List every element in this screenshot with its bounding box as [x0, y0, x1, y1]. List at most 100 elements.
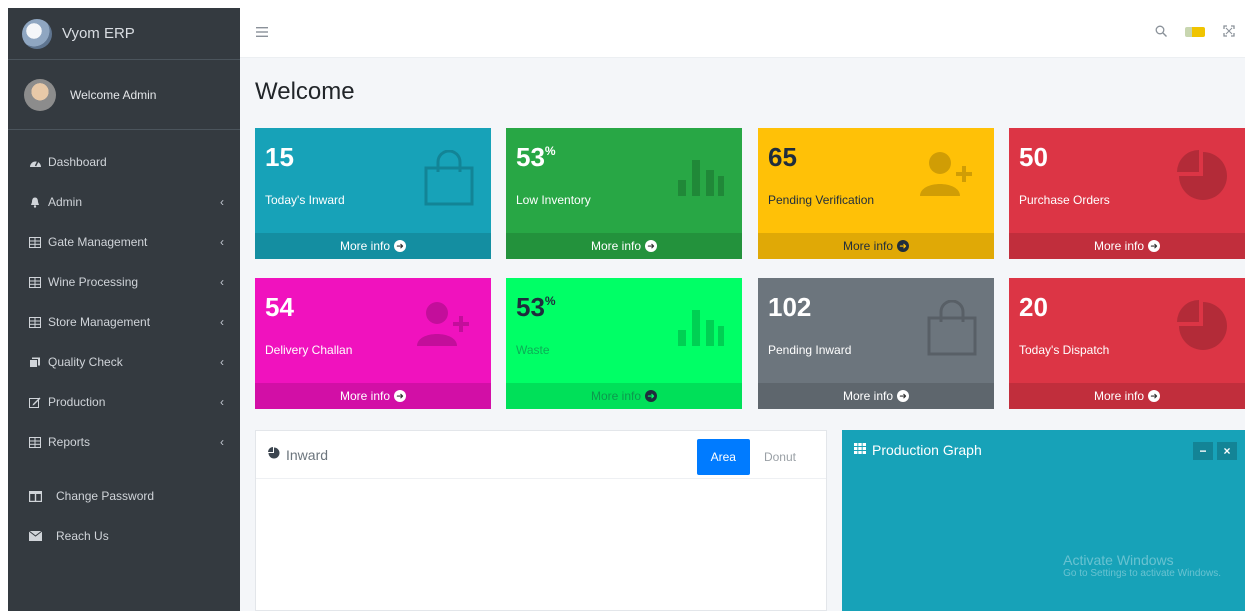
more-info-link[interactable]: More info ➜: [758, 383, 994, 409]
inward-card: Inward Area Donut: [255, 430, 827, 611]
nav-divider: [8, 462, 240, 476]
chevron-left-icon: ‹: [220, 195, 224, 209]
small-box-delivery-challan: 54 Delivery Challan More info ➜: [255, 278, 491, 409]
content-wrapper: Welcome 15 Today's Inward More info ➜ 53%…: [240, 58, 1245, 611]
production-graph-card: Production Graph − × Activate Windows Go…: [842, 430, 1245, 611]
box-value: 53%: [516, 292, 556, 322]
sidebar-item-change-password[interactable]: Change Password: [8, 476, 240, 516]
sidebar-item-gate-management[interactable]: Gate Management ‹: [8, 222, 240, 262]
sidebar-item-production[interactable]: Production ‹: [8, 382, 240, 422]
sidebar-item-label: Gate Management: [48, 235, 148, 249]
table-icon: [28, 276, 42, 288]
menu-icon[interactable]: [256, 24, 268, 42]
tab-donut[interactable]: Donut: [750, 439, 810, 475]
more-info-link[interactable]: More info ➜: [506, 383, 742, 409]
small-box-pending-verification: 65 Pending Verification More info ➜: [758, 128, 994, 259]
small-box-waste: 53% Waste More info ➜: [506, 278, 742, 409]
brand-name: Vyom ERP: [62, 25, 135, 42]
page-title: Welcome: [255, 78, 355, 105]
sidebar: Vyom ERP Welcome Admin Dashboard Admin ‹…: [8, 8, 240, 611]
tab-area[interactable]: Area: [696, 439, 750, 475]
sidebar-item-reports[interactable]: Reports ‹: [8, 422, 240, 462]
watermark-line1: Activate Windows: [1063, 552, 1174, 568]
table-icon: [28, 316, 42, 328]
edit-icon: [28, 396, 42, 408]
arrow-circle-right-icon: ➜: [394, 390, 407, 402]
pie-chart-icon: [1177, 300, 1229, 364]
arrow-circle-right-icon: ➜: [897, 240, 910, 252]
arrow-circle-right-icon: ➜: [394, 240, 407, 252]
arrow-circle-right-icon: ➜: [645, 390, 658, 402]
inward-card-header: Inward Area Donut: [256, 431, 826, 479]
tachometer-icon: [28, 156, 42, 168]
production-card-header: Production Graph − ×: [842, 430, 1245, 470]
arrow-circle-right-icon: ➜: [645, 240, 658, 252]
arrow-circle-right-icon: ➜: [1148, 240, 1161, 252]
chevron-left-icon: ‹: [220, 315, 224, 329]
user-welcome: Welcome Admin: [70, 87, 157, 102]
shopping-bag-icon: [926, 299, 978, 368]
small-box-todays-dispatch: 20 Today's Dispatch More info ➜: [1009, 278, 1245, 409]
more-info-link[interactable]: More info ➜: [255, 233, 491, 259]
box-label: Delivery Challan: [265, 343, 353, 357]
sidebar-item-label: Reports: [48, 435, 91, 449]
minimize-icon[interactable]: −: [1193, 442, 1213, 460]
inward-chart-area: [256, 479, 826, 611]
box-label: Waste: [516, 343, 550, 357]
fullscreen-icon[interactable]: [1223, 24, 1235, 40]
chevron-left-icon: ‹: [220, 235, 224, 249]
user-plus-icon: [918, 150, 978, 210]
chevron-left-icon: ‹: [220, 395, 224, 409]
box-value: 65: [768, 142, 797, 172]
chevron-left-icon: ‹: [220, 275, 224, 289]
more-info-link[interactable]: More info ➜: [1009, 383, 1245, 409]
sidebar-item-label: Wine Processing: [48, 275, 139, 289]
sidebar-item-label: Production: [48, 395, 106, 409]
more-info-link[interactable]: More info ➜: [255, 383, 491, 409]
more-info-link[interactable]: More info ➜: [1009, 233, 1245, 259]
box-value: 53%: [516, 142, 556, 172]
sidebar-item-dashboard[interactable]: Dashboard: [8, 142, 240, 182]
sidebar-item-label: Dashboard: [48, 155, 107, 169]
pie-chart-icon: [1177, 150, 1229, 214]
brand-link[interactable]: Vyom ERP: [8, 8, 240, 60]
arrow-circle-right-icon: ➜: [897, 390, 910, 402]
sidebar-item-admin[interactable]: Admin ‹: [8, 182, 240, 222]
bell-icon: [28, 196, 42, 208]
small-box-low-inventory: 53% Low Inventory More info ➜: [506, 128, 742, 259]
sidebar-nav: Dashboard Admin ‹ Gate Management ‹ Wine…: [8, 130, 240, 556]
sidebar-item-quality-check[interactable]: Quality Check ‹: [8, 342, 240, 382]
small-box-todays-inward: 15 Today's Inward More info ➜: [255, 128, 491, 259]
small-box-purchase-orders: 50 Purchase Orders More info ➜: [1009, 128, 1245, 259]
sidebar-item-reach-us[interactable]: Reach Us: [8, 516, 240, 556]
box-label: Purchase Orders: [1019, 193, 1110, 207]
box-value: 50: [1019, 142, 1048, 172]
envelope-icon: [28, 530, 42, 542]
small-box-pending-inward: 102 Pending Inward More info ➜: [758, 278, 994, 409]
more-info-link[interactable]: More info ➜: [506, 233, 742, 259]
inward-card-title: Inward: [286, 446, 329, 463]
avatar: [24, 78, 56, 111]
close-icon[interactable]: ×: [1217, 442, 1237, 460]
sidebar-item-label: Reach Us: [56, 529, 109, 543]
table-icon: [28, 236, 42, 248]
flag-icon[interactable]: [1185, 27, 1205, 37]
box-value: 54: [265, 292, 294, 322]
sidebar-item-label: Store Management: [48, 315, 151, 329]
box-value: 20: [1019, 292, 1048, 322]
topbar-icons: [1155, 24, 1235, 40]
user-plus-icon: [415, 300, 475, 360]
more-info-link[interactable]: More info ➜: [758, 233, 994, 259]
sidebar-item-wine-processing[interactable]: Wine Processing ‹: [8, 262, 240, 302]
shopping-bag-icon: [423, 149, 475, 218]
arrow-circle-right-icon: ➜: [1148, 390, 1161, 402]
sidebar-item-store-management[interactable]: Store Management ‹: [8, 302, 240, 342]
user-panel[interactable]: Welcome Admin: [8, 60, 240, 130]
search-icon[interactable]: [1155, 24, 1167, 40]
copy-icon: [28, 356, 42, 368]
chevron-left-icon: ‹: [220, 355, 224, 369]
chevron-left-icon: ‹: [220, 435, 224, 449]
production-card-title: Production Graph: [872, 442, 982, 458]
sidebar-item-label: Admin: [48, 195, 83, 209]
activate-windows-watermark: Activate Windows Go to Settings to activ…: [1063, 552, 1221, 579]
